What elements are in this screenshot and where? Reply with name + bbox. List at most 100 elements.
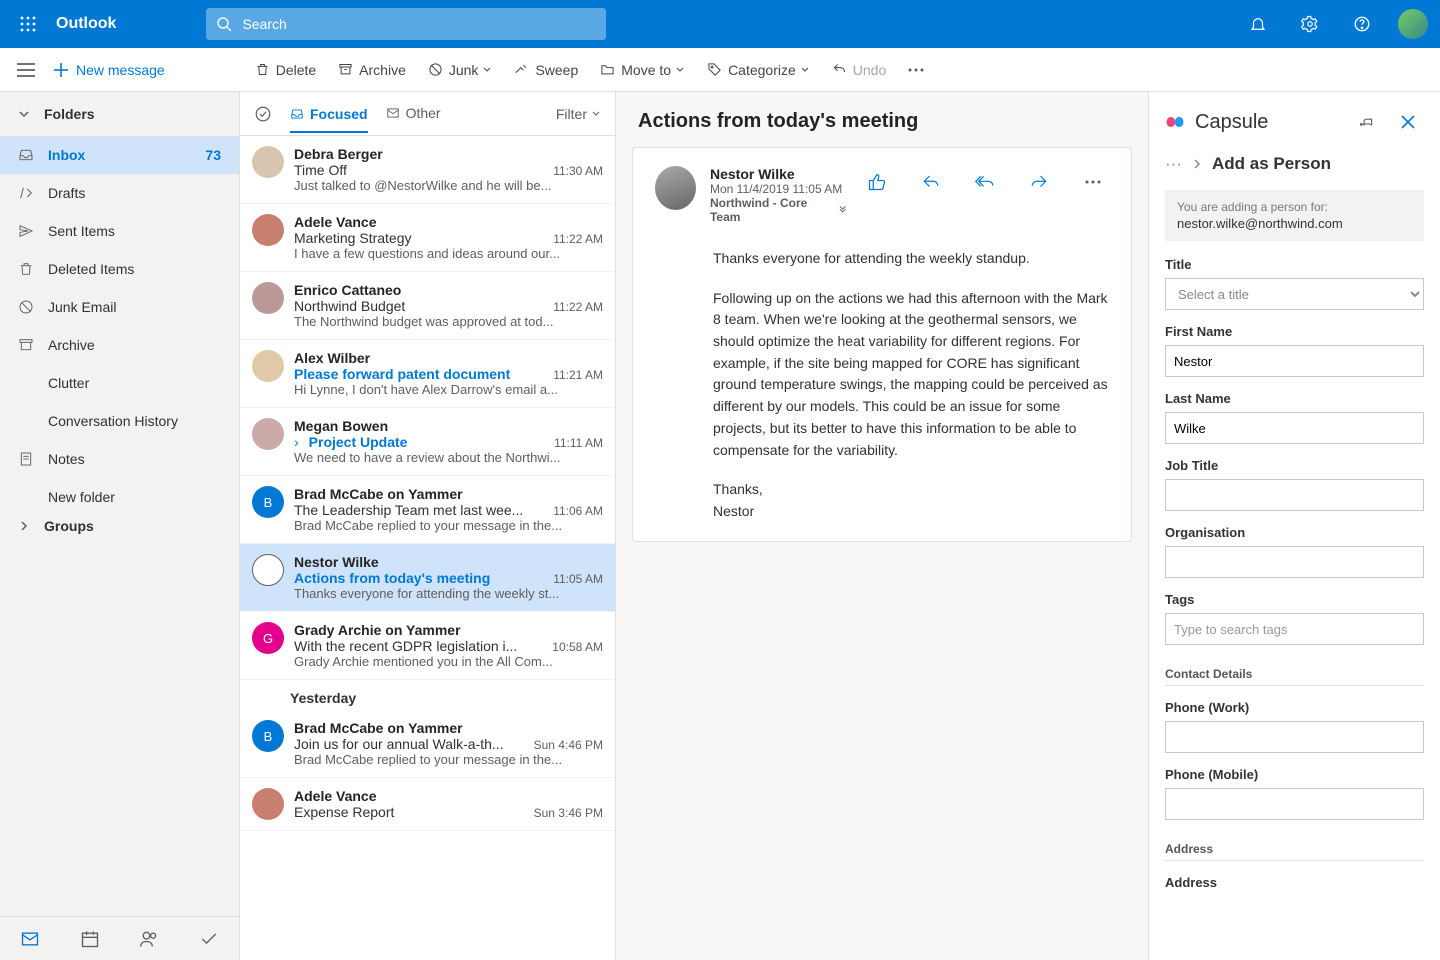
search-input[interactable] (242, 16, 596, 32)
message-item[interactable]: BBrad McCabe on YammerThe Leadership Tea… (240, 476, 615, 544)
phone-mobile-input[interactable] (1165, 788, 1424, 820)
folder-label: Deleted Items (48, 261, 134, 277)
close-panel-icon[interactable] (1392, 106, 1424, 138)
notifications-icon[interactable] (1242, 8, 1274, 40)
forward-icon[interactable] (1023, 166, 1055, 198)
folder-item[interactable]: Clutter (0, 364, 239, 402)
tags-input[interactable] (1165, 613, 1424, 645)
thread-icon: › (294, 434, 299, 450)
message-from: Alex Wilber (294, 350, 370, 366)
folder-item[interactable]: New folder (0, 478, 239, 504)
filter-button[interactable]: Filter (556, 106, 601, 122)
sender-name: Nestor Wilke (710, 166, 847, 182)
nav-pane: Folders Inbox73DraftsSent Items Deleted I… (0, 92, 240, 960)
like-icon[interactable] (861, 166, 893, 198)
job-title-label: Job Title (1165, 458, 1424, 473)
folder-item[interactable]: Archive (0, 326, 239, 364)
chevron-right-icon (18, 520, 30, 532)
app-brand: Outlook (56, 15, 116, 33)
todo-module-icon[interactable] (193, 923, 225, 955)
breadcrumb-ellipsis[interactable]: ··· (1165, 154, 1182, 174)
message-item[interactable]: BBrad McCabe on YammerJoin us for our an… (240, 710, 615, 778)
junk-button[interactable]: Junk (428, 62, 493, 78)
message-preview: Brad McCabe replied to your message in t… (294, 518, 603, 533)
sweep-button[interactable]: Sweep (514, 62, 578, 78)
move-to-button[interactable]: Move to (600, 62, 685, 78)
reply-all-icon[interactable] (969, 166, 1001, 198)
chevron-down-icon (838, 205, 847, 215)
message-from: Adele Vance (294, 214, 377, 230)
more-actions-icon[interactable] (908, 68, 924, 72)
first-name-label: First Name (1165, 324, 1424, 339)
folder-label: New folder (48, 489, 115, 504)
groups-header[interactable]: Groups (0, 504, 239, 548)
folder-icon (18, 261, 34, 277)
nav-toggle-icon[interactable] (12, 63, 40, 77)
tab-focused[interactable]: Focused (290, 106, 368, 133)
message-subject: Please forward patent document (294, 366, 543, 382)
new-message-button[interactable]: New message (54, 62, 165, 78)
message-subject: Marketing Strategy (294, 230, 543, 246)
folder-label: Junk Email (48, 299, 116, 315)
phone-mobile-label: Phone (Mobile) (1165, 767, 1424, 782)
message-item[interactable]: Nestor WilkeActions from today's meeting… (240, 544, 615, 612)
phone-work-input[interactable] (1165, 721, 1424, 753)
message-item[interactable]: Alex WilberPlease forward patent documen… (240, 340, 615, 408)
folder-item[interactable]: Sent Items (0, 212, 239, 250)
search-box[interactable] (206, 8, 606, 40)
folders-header[interactable]: Folders (0, 92, 239, 136)
plus-icon (54, 63, 68, 77)
archive-button[interactable]: Archive (338, 62, 406, 78)
sender-avatar (655, 166, 696, 210)
folder-item[interactable]: Drafts (0, 174, 239, 212)
message-item[interactable]: GGrady Archie on YammerWith the recent G… (240, 612, 615, 680)
sender-avatar (252, 350, 284, 382)
message-item[interactable]: Enrico CattaneoNorthwind Budget11:22 AMT… (240, 272, 615, 340)
calendar-module-icon[interactable] (74, 923, 106, 955)
adding-info: You are adding a person for: nestor.wilk… (1165, 190, 1424, 241)
organisation-input[interactable] (1165, 546, 1424, 578)
message-item[interactable]: Adele VanceExpense ReportSun 3:46 PM (240, 778, 615, 831)
message-time: Sun 4:46 PM (534, 738, 603, 752)
folder-icon (18, 185, 34, 201)
folder-item[interactable]: Deleted Items (0, 250, 239, 288)
pin-icon[interactable] (1350, 106, 1382, 138)
mail-icon (386, 106, 400, 120)
more-message-actions-icon[interactable] (1077, 166, 1109, 198)
capsule-icon (1165, 112, 1185, 132)
date-group-header: Yesterday (240, 680, 615, 710)
message-card: Nestor Wilke Mon 11/4/2019 11:05 AM Nort… (632, 147, 1132, 542)
folder-icon (18, 337, 34, 353)
folder-icon (18, 147, 34, 163)
account-avatar[interactable] (1398, 9, 1428, 39)
folder-item[interactable]: Notes (0, 440, 239, 478)
select-ring-icon[interactable] (252, 554, 284, 586)
list-header: Focused Other Filter (240, 92, 615, 136)
message-from: Brad McCabe on Yammer (294, 720, 463, 736)
job-title-input[interactable] (1165, 479, 1424, 511)
tab-other[interactable]: Other (386, 105, 441, 123)
delete-button[interactable]: Delete (255, 62, 316, 78)
folder-item[interactable]: Junk Email (0, 288, 239, 326)
first-name-input[interactable] (1165, 345, 1424, 377)
people-module-icon[interactable] (133, 923, 165, 955)
message-item[interactable]: Megan Bowen›Project Update11:11 AMWe nee… (240, 408, 615, 476)
last-name-input[interactable] (1165, 412, 1424, 444)
folder-label: Notes (48, 451, 85, 467)
select-all-icon[interactable] (254, 105, 272, 123)
folder-item[interactable]: Inbox73 (0, 136, 239, 174)
folder-item[interactable]: Conversation History (0, 402, 239, 440)
message-item[interactable]: Adele VanceMarketing Strategy11:22 AMI h… (240, 204, 615, 272)
reply-icon[interactable] (915, 166, 947, 198)
distribution-list[interactable]: Northwind - Core Team (710, 196, 847, 224)
help-icon[interactable] (1346, 8, 1378, 40)
message-item[interactable]: Debra BergerTime Off11:30 AMJust talked … (240, 136, 615, 204)
folder-count: 73 (205, 147, 221, 163)
categorize-button[interactable]: Categorize (707, 62, 810, 78)
mail-module-icon[interactable] (14, 923, 46, 955)
title-select[interactable]: Select a title (1165, 278, 1424, 310)
message-from: Megan Bowen (294, 418, 388, 434)
settings-icon[interactable] (1294, 8, 1326, 40)
undo-button[interactable]: Undo (832, 62, 886, 78)
app-launcher-icon[interactable] (12, 8, 44, 40)
